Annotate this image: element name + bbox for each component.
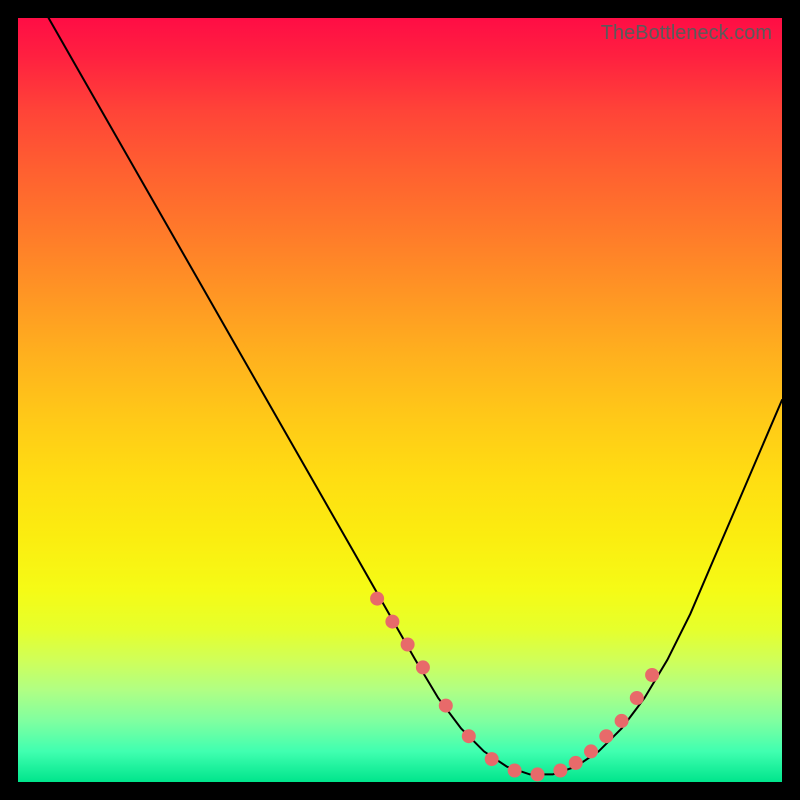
highlight-dot xyxy=(553,764,567,778)
highlight-dot xyxy=(531,767,545,781)
highlight-dot xyxy=(401,638,415,652)
chart-svg xyxy=(18,18,782,782)
highlight-dot xyxy=(385,615,399,629)
highlight-dots xyxy=(370,592,659,782)
highlight-dot xyxy=(370,592,384,606)
highlight-dot xyxy=(416,660,430,674)
highlight-dot xyxy=(462,729,476,743)
highlight-dot xyxy=(615,714,629,728)
highlight-dot xyxy=(569,756,583,770)
highlight-dot xyxy=(584,744,598,758)
bottleneck-curve xyxy=(49,18,782,774)
highlight-dot xyxy=(508,764,522,778)
chart-container: TheBottleneck.com xyxy=(0,0,800,800)
highlight-dot xyxy=(485,752,499,766)
highlight-dot xyxy=(645,668,659,682)
highlight-dot xyxy=(599,729,613,743)
highlight-dot xyxy=(439,699,453,713)
plot-area: TheBottleneck.com xyxy=(18,18,782,782)
highlight-dot xyxy=(630,691,644,705)
